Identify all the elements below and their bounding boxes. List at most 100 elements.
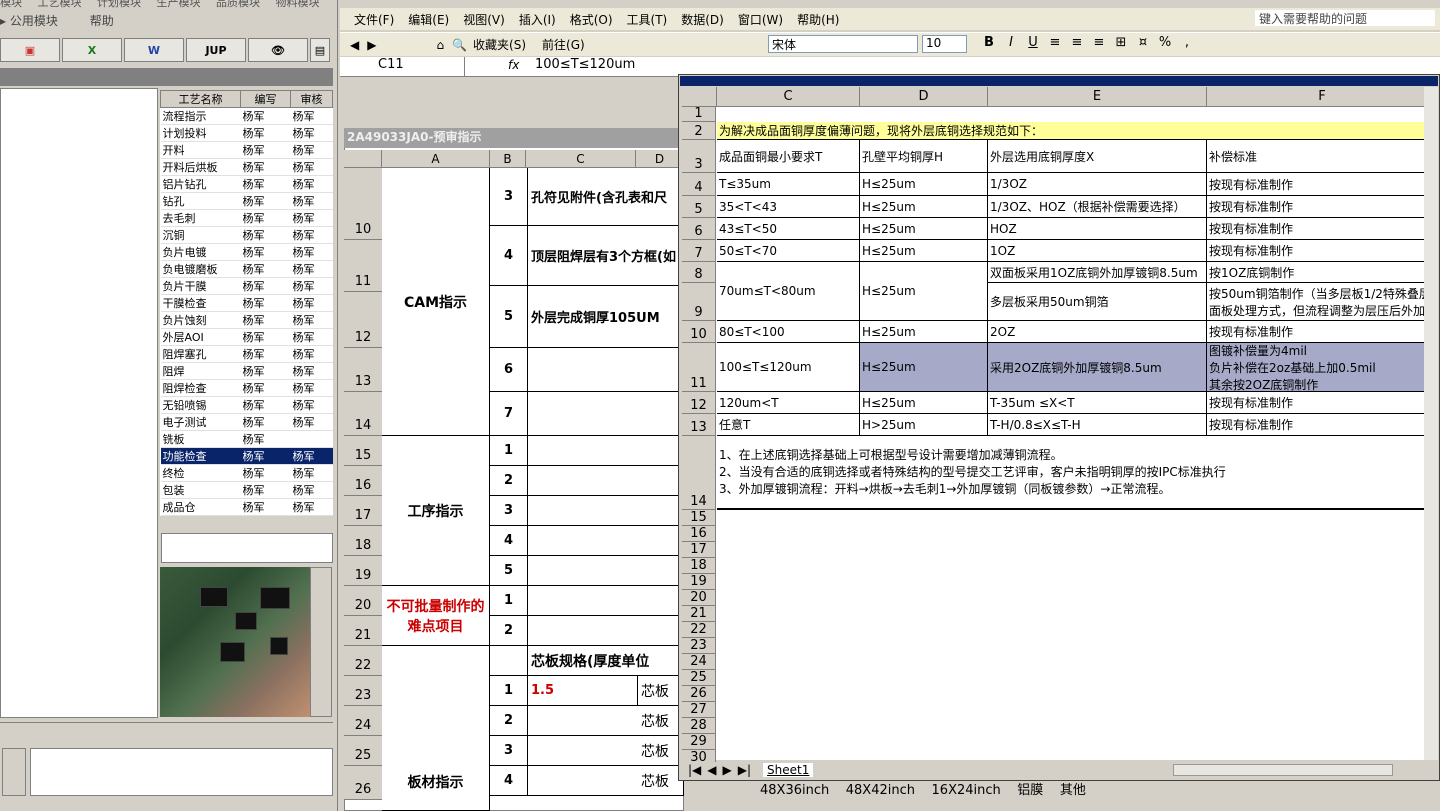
back-row-header[interactable]: 17 bbox=[344, 496, 382, 526]
back-corner[interactable] bbox=[344, 150, 382, 168]
back-row-header[interactable]: 19 bbox=[344, 556, 382, 586]
back-icon[interactable]: ◀ bbox=[350, 38, 359, 52]
tab-sheet1[interactable]: Sheet1 bbox=[763, 763, 814, 777]
currency-icon[interactable]: ¤ bbox=[1132, 35, 1154, 53]
comma-button[interactable]: , bbox=[1176, 35, 1198, 53]
forward-icon[interactable]: ▶ bbox=[367, 38, 376, 52]
front-row-header[interactable]: 6 bbox=[682, 218, 716, 240]
process-row[interactable]: 去毛刺 杨军 杨军 bbox=[160, 209, 333, 227]
underline-button[interactable]: U bbox=[1022, 35, 1044, 53]
font-size-select[interactable]: 10 bbox=[922, 35, 967, 53]
front-row-header[interactable]: 16 bbox=[682, 526, 716, 542]
process-row[interactable]: 流程指示 杨军 杨军 bbox=[160, 107, 333, 125]
menu-module[interactable]: 模块 bbox=[0, 0, 22, 8]
col-process-name[interactable]: 工艺名称 bbox=[160, 90, 241, 108]
front-row-header[interactable]: 19 bbox=[682, 574, 716, 590]
jup-button[interactable]: JUP bbox=[186, 38, 246, 62]
menu-help-excel[interactable]: 帮助(H) bbox=[797, 11, 839, 28]
front-row-header[interactable]: 22 bbox=[682, 622, 716, 638]
front-row-header[interactable]: 2 bbox=[682, 122, 716, 140]
front-col-e[interactable]: E bbox=[988, 87, 1207, 107]
menu-production[interactable]: 生产模块 bbox=[157, 0, 201, 8]
merge-icon[interactable]: ⊞ bbox=[1110, 35, 1132, 53]
back-row-header[interactable]: 21 bbox=[344, 616, 382, 646]
process-row[interactable]: 负片干膜 杨军 杨军 bbox=[160, 277, 333, 295]
process-row[interactable]: 成品仓 杨军 杨军 bbox=[160, 498, 333, 516]
tab-prev-icon[interactable]: ◀ bbox=[707, 763, 716, 777]
menu-file[interactable]: 文件(F) bbox=[354, 11, 394, 28]
process-row[interactable]: 负片蚀刻 杨军 杨军 bbox=[160, 311, 333, 329]
front-row-header[interactable]: 15 bbox=[682, 510, 716, 526]
back-col-d[interactable]: D bbox=[636, 150, 684, 168]
menu-common[interactable]: ▸ 公用模块 bbox=[0, 14, 72, 28]
goto-button[interactable]: 前往(G) bbox=[542, 36, 585, 53]
process-row[interactable]: 铣板 杨军 bbox=[160, 430, 333, 448]
formula-input[interactable]: 100≤T≤120um bbox=[535, 57, 635, 72]
opt-16x24[interactable]: 16X24inch bbox=[932, 783, 1001, 798]
back-row-header[interactable]: 11 bbox=[344, 240, 382, 292]
menu-format[interactable]: 格式(O) bbox=[570, 11, 613, 28]
back-col-c[interactable]: C bbox=[526, 150, 636, 168]
back-row-header[interactable]: 24 bbox=[344, 706, 382, 736]
front-row-header[interactable]: 1 bbox=[682, 107, 716, 122]
tab-next-icon[interactable]: ▶ bbox=[723, 763, 732, 777]
process-row[interactable]: 阻焊塞孔 杨军 杨军 bbox=[160, 345, 333, 363]
process-row[interactable]: 钻孔 杨军 杨军 bbox=[160, 192, 333, 210]
ppt-button[interactable]: ▣ bbox=[0, 38, 60, 62]
front-row-header[interactable]: 8 bbox=[682, 262, 716, 283]
align-right-icon[interactable]: ≡ bbox=[1088, 35, 1110, 53]
front-row-header[interactable]: 25 bbox=[682, 670, 716, 686]
process-row[interactable]: 沉铜 杨军 杨军 bbox=[160, 226, 333, 244]
front-corner[interactable] bbox=[682, 87, 717, 107]
back-col-b[interactable]: B bbox=[490, 150, 526, 168]
menu-edit[interactable]: 编辑(E) bbox=[408, 11, 449, 28]
process-row[interactable]: 阻焊 杨军 杨军 bbox=[160, 362, 333, 380]
italic-button[interactable]: I bbox=[1000, 35, 1022, 53]
opt-other[interactable]: 其他 bbox=[1060, 783, 1086, 798]
process-row[interactable]: 开料 杨军 杨军 bbox=[160, 141, 333, 159]
front-row-header[interactable]: 17 bbox=[682, 542, 716, 558]
front-row-header[interactable]: 5 bbox=[682, 196, 716, 218]
front-row-header[interactable]: 14 bbox=[682, 436, 716, 510]
menu-quality[interactable]: 品质模块 bbox=[216, 0, 260, 8]
process-row[interactable]: 负片电镀 杨军 杨军 bbox=[160, 243, 333, 261]
eye-icon[interactable]: 👁 bbox=[248, 38, 308, 62]
process-row[interactable]: 负电镀磨板 杨军 杨军 bbox=[160, 260, 333, 278]
process-row[interactable]: 无铅喷锡 杨军 杨军 bbox=[160, 396, 333, 414]
front-row-header[interactable]: 11 bbox=[682, 343, 716, 392]
tab-first-icon[interactable]: |◀ bbox=[688, 763, 701, 777]
align-left-icon[interactable]: ≡ bbox=[1044, 35, 1066, 53]
front-row-header[interactable]: 13 bbox=[682, 414, 716, 436]
name-box[interactable]: C11 bbox=[340, 57, 465, 76]
left-image-scrollbar[interactable] bbox=[310, 567, 332, 717]
back-row-header[interactable]: 22 bbox=[344, 646, 382, 676]
front-row-header[interactable]: 9 bbox=[682, 283, 716, 321]
menu-help[interactable]: 帮助 bbox=[90, 14, 114, 28]
col-author[interactable]: 编写 bbox=[240, 90, 291, 108]
left-bottom-scrollbar[interactable] bbox=[2, 748, 26, 796]
process-row[interactable]: 外层AOI 杨军 杨军 bbox=[160, 328, 333, 346]
process-row[interactable]: 开料后烘板 杨军 杨军 bbox=[160, 158, 333, 176]
opt-al[interactable]: 铝膜 bbox=[1017, 783, 1043, 798]
back-sheet-title[interactable]: 2A49033JA0-预审指示 bbox=[344, 128, 684, 148]
process-row[interactable]: 计划投料 杨军 杨军 bbox=[160, 124, 333, 142]
back-row-header[interactable]: 23 bbox=[344, 676, 382, 706]
bold-button[interactable]: B bbox=[978, 35, 1000, 53]
process-row[interactable]: 电子测试 杨军 杨军 bbox=[160, 413, 333, 431]
front-vertical-scrollbar[interactable] bbox=[1424, 87, 1438, 760]
menu-process[interactable]: 工艺模块 bbox=[38, 0, 82, 8]
h-scrollbar[interactable] bbox=[1173, 764, 1394, 776]
back-row-header[interactable]: 25 bbox=[344, 736, 382, 766]
back-row-header[interactable]: 15 bbox=[344, 436, 382, 466]
front-row-header[interactable]: 27 bbox=[682, 702, 716, 718]
database-icon[interactable]: ▤ bbox=[310, 38, 330, 62]
excel-button[interactable]: X bbox=[62, 38, 122, 62]
back-row-header[interactable]: 20 bbox=[344, 586, 382, 616]
front-col-c[interactable]: C bbox=[717, 87, 860, 107]
word-button[interactable]: W bbox=[124, 38, 184, 62]
front-row-header[interactable]: 4 bbox=[682, 173, 716, 196]
process-row[interactable]: 干膜检查 杨军 杨军 bbox=[160, 294, 333, 312]
front-row-header[interactable]: 18 bbox=[682, 558, 716, 574]
front-row-header[interactable]: 12 bbox=[682, 392, 716, 414]
front-col-d[interactable]: D bbox=[860, 87, 988, 107]
